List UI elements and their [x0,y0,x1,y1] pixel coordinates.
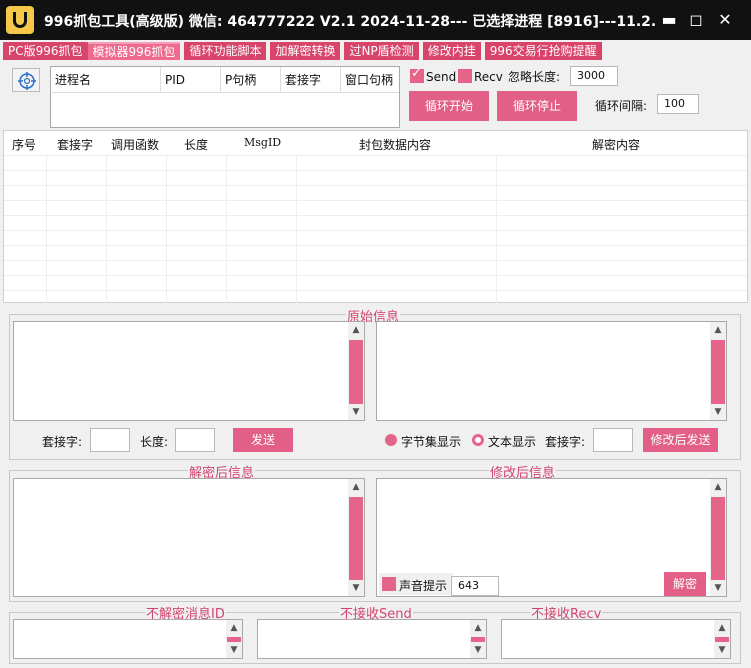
window-title: 996抓包工具(高级版) 微信: 464777222 V2.1 2024-11-… [44,14,656,30]
app-logo-icon [6,6,34,34]
scroll-up-icon[interactable]: ▲ [710,479,726,495]
original-right-textarea[interactable]: ▲ ▼ [376,321,727,421]
col-p-handle[interactable]: P句柄 [221,67,281,92]
scroll-up-icon[interactable]: ▲ [710,322,726,338]
socket-input-2[interactable] [593,428,633,452]
no-send-textarea[interactable]: ▲ ▼ [257,619,487,659]
packet-list-header: 序号 套接字 调用函数 长度 MsgID 封包数据内容 解密内容 [4,131,747,155]
scroll-up-icon[interactable]: ▲ [348,479,364,495]
decrypted-textarea[interactable]: ▲ ▼ [13,478,365,597]
ignore-length-label: 忽略长度: [508,70,561,84]
loop-interval-label: 循环间隔: [595,99,648,113]
tab-bar: PC版996抓包 模拟器996抓包 循环功能脚本 加解密转换 过NP盾检测 修改… [3,42,602,60]
socket-input[interactable] [90,428,130,452]
title-bar: 996抓包工具(高级版) 微信: 464777222 V2.1 2024-11-… [0,0,751,40]
scroll-thumb[interactable] [349,497,363,580]
length-label: 长度: [140,435,169,449]
length-input[interactable] [175,428,215,452]
loop-stop-button[interactable]: 循环停止 [497,91,577,121]
tab-np-shield[interactable]: 过NP盾检测 [344,42,419,60]
target-picker-button[interactable] [12,68,40,92]
byteset-label: 字节集显示 [401,435,462,449]
tab-loop-script[interactable]: 循环功能脚本 [184,42,267,60]
send-checkbox[interactable] [410,66,424,83]
recv-checkbox[interactable] [458,69,472,83]
no-recv-scrollbar[interactable]: ▲ ▼ [714,620,730,658]
loop-start-button[interactable]: 循环开始 [409,91,489,121]
scroll-down-icon[interactable]: ▼ [714,642,730,658]
send-label: Send [426,70,457,84]
packet-grid [4,155,747,303]
text-display-radio[interactable] [472,434,484,446]
sound-alert-label: 声音提示 [399,579,448,593]
original-right-scrollbar[interactable]: ▲ ▼ [710,322,726,420]
scroll-up-icon[interactable]: ▲ [714,620,730,636]
modified-scrollbar[interactable]: ▲ ▼ [710,479,726,596]
byteset-radio[interactable] [385,434,397,446]
maximize-button[interactable]: ◻ [683,8,709,32]
decrypt-button[interactable]: 解密 [664,572,706,596]
scroll-down-icon[interactable]: ▼ [348,580,364,596]
col-call-function[interactable]: 调用函数 [111,136,159,153]
process-list-header: 进程名 PID P句柄 套接字 窗口句柄 [51,67,399,93]
minimize-button[interactable]: ▬ [656,8,682,32]
tab-modify-plugin[interactable]: 修改内挂 [422,42,481,60]
no-recv-textarea[interactable]: ▲ ▼ [501,619,731,659]
col-decrypted[interactable]: 解密内容 [592,136,640,153]
decrypted-scrollbar[interactable]: ▲ ▼ [348,479,364,596]
process-panel: 进程名 PID P句柄 套接字 窗口句柄 Send Recv 忽略长度: 300… [3,60,748,130]
col-packet-data[interactable]: 封包数据内容 [359,136,431,153]
scroll-down-icon[interactable]: ▼ [710,580,726,596]
modify-send-button[interactable]: 修改后发送 [643,428,718,452]
crosshair-icon [18,72,36,90]
col-msgid[interactable]: MsgID [244,136,281,149]
recv-label: Recv [474,70,503,84]
socket-label: 套接字: [42,435,83,449]
sound-alert-checkbox[interactable] [382,577,396,591]
tab-pc-capture[interactable]: PC版996抓包 [3,42,88,60]
modified-textarea[interactable]: ▲ ▼ 声音提示 643 解密 [376,478,727,597]
loop-interval-input[interactable]: 100 [657,94,699,114]
scroll-up-icon[interactable]: ▲ [348,322,364,338]
original-left-scrollbar[interactable]: ▲ ▼ [348,322,364,420]
socket-label-2: 套接字: [545,435,586,449]
col-window-handle[interactable]: 窗口句柄 [341,67,399,92]
col-length[interactable]: 长度 [184,136,208,153]
col-socket[interactable]: 套接字 [57,136,93,153]
tab-emulator-capture[interactable]: 模拟器996抓包 [87,42,181,60]
col-process-name[interactable]: 进程名 [51,67,161,92]
scroll-down-icon[interactable]: ▼ [710,404,726,420]
scroll-up-icon[interactable]: ▲ [470,620,486,636]
scroll-down-icon[interactable]: ▼ [348,404,364,420]
send-button[interactable]: 发送 [233,428,293,452]
tab-trade-alert[interactable]: 996交易行抢购提醒 [484,42,602,60]
packet-list[interactable]: 序号 套接字 调用函数 长度 MsgID 封包数据内容 解密内容 [3,130,748,303]
scroll-thumb[interactable] [711,340,725,404]
process-list[interactable]: 进程名 PID P句柄 套接字 窗口句柄 [50,66,400,128]
ignore-length-input[interactable]: 3000 [570,66,618,86]
original-left-textarea[interactable]: ▲ ▼ [13,321,365,421]
scroll-down-icon[interactable]: ▼ [470,642,486,658]
col-index[interactable]: 序号 [12,136,36,153]
scroll-down-icon[interactable]: ▼ [226,642,242,658]
scroll-up-icon[interactable]: ▲ [226,620,242,636]
no-decrypt-textarea[interactable]: ▲ ▼ [13,619,243,659]
scroll-thumb[interactable] [711,497,725,580]
no-send-scrollbar[interactable]: ▲ ▼ [470,620,486,658]
sound-value-input[interactable]: 643 [451,576,499,596]
col-pid[interactable]: PID [161,67,221,92]
scroll-thumb[interactable] [349,340,363,404]
col-socket[interactable]: 套接字 [281,67,341,92]
sound-alert-area: 声音提示 [379,573,453,595]
text-display-label: 文本显示 [488,435,537,449]
tab-crypto-convert[interactable]: 加解密转换 [270,42,341,60]
close-button[interactable]: ✕ [712,8,738,32]
no-decrypt-scrollbar[interactable]: ▲ ▼ [226,620,242,658]
